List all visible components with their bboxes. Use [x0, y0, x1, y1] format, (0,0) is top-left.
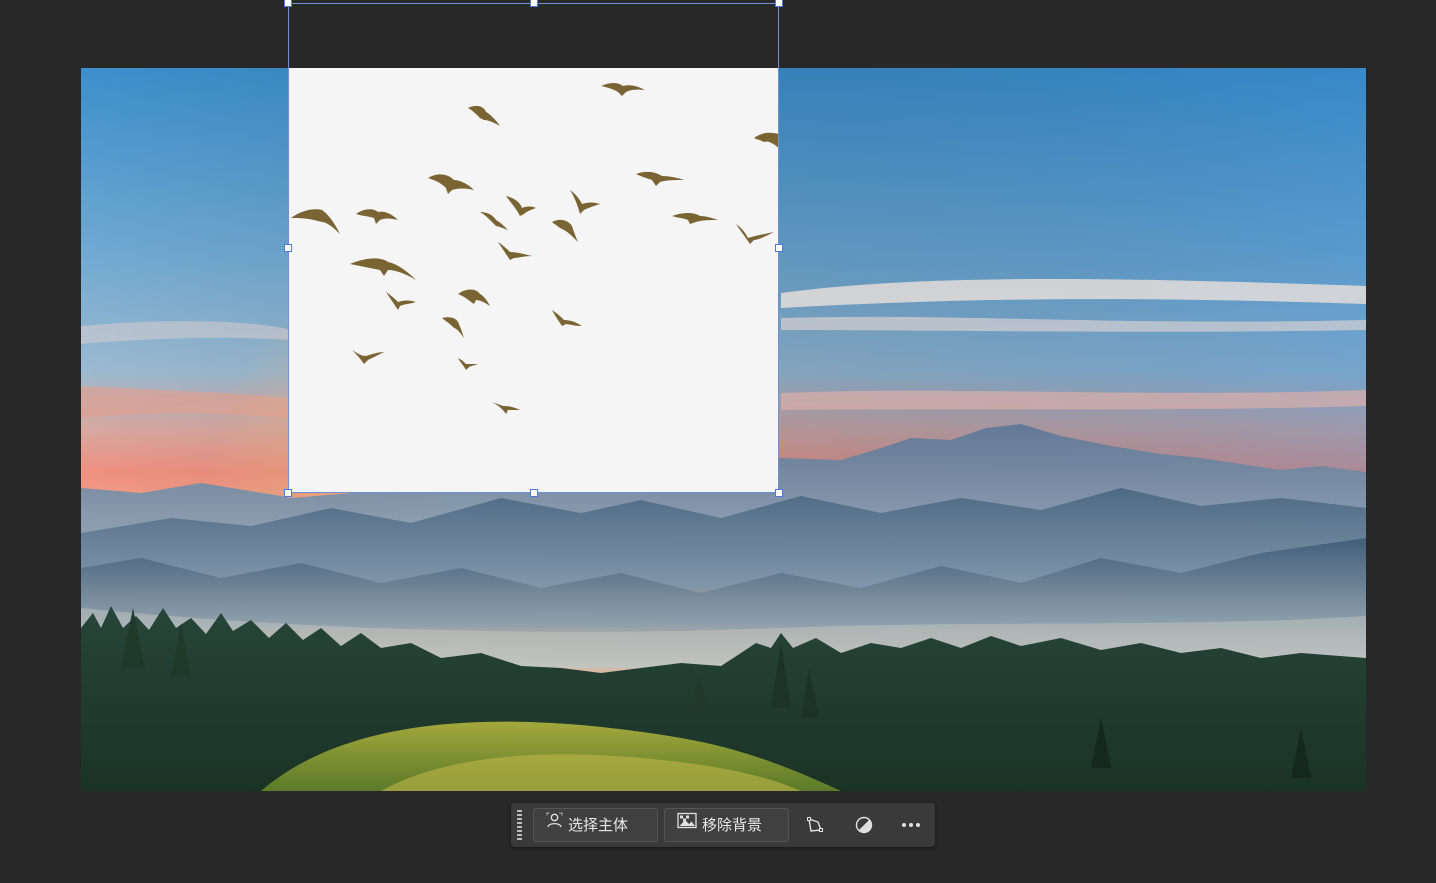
transform-icon — [807, 817, 823, 832]
transform-handle-middle-left[interactable] — [284, 244, 292, 252]
adjustment-button[interactable] — [850, 811, 878, 839]
select-subject-icon — [546, 808, 563, 840]
remove-background-label: 移除背景 — [702, 816, 763, 834]
more-options-icon — [902, 823, 920, 827]
transform-handle-bottom-left[interactable] — [284, 489, 292, 497]
workspace: 选择主体 移除背景 — [0, 0, 1436, 883]
transform-handle-middle-right[interactable] — [775, 244, 783, 252]
remove-background-button[interactable]: 移除背景 — [664, 808, 789, 842]
birds-layer[interactable] — [288, 68, 779, 493]
transform-handle-top-center[interactable] — [530, 0, 538, 7]
transform-handle-top-left[interactable] — [284, 0, 292, 7]
select-subject-button[interactable]: 选择主体 — [533, 808, 658, 842]
birds-image — [291, 83, 779, 414]
transform-button[interactable] — [801, 811, 829, 839]
contextual-task-bar: 选择主体 移除背景 — [511, 803, 935, 847]
remove-background-icon — [677, 808, 697, 840]
adjustment-icon — [855, 816, 873, 834]
transform-handle-top-right[interactable] — [775, 0, 783, 7]
transform-handle-bottom-right[interactable] — [775, 489, 783, 497]
more-options-button[interactable] — [897, 811, 925, 839]
transform-handle-bottom-center[interactable] — [530, 489, 538, 497]
drag-grip-handle[interactable] — [517, 810, 522, 840]
select-subject-label: 选择主体 — [568, 816, 629, 834]
